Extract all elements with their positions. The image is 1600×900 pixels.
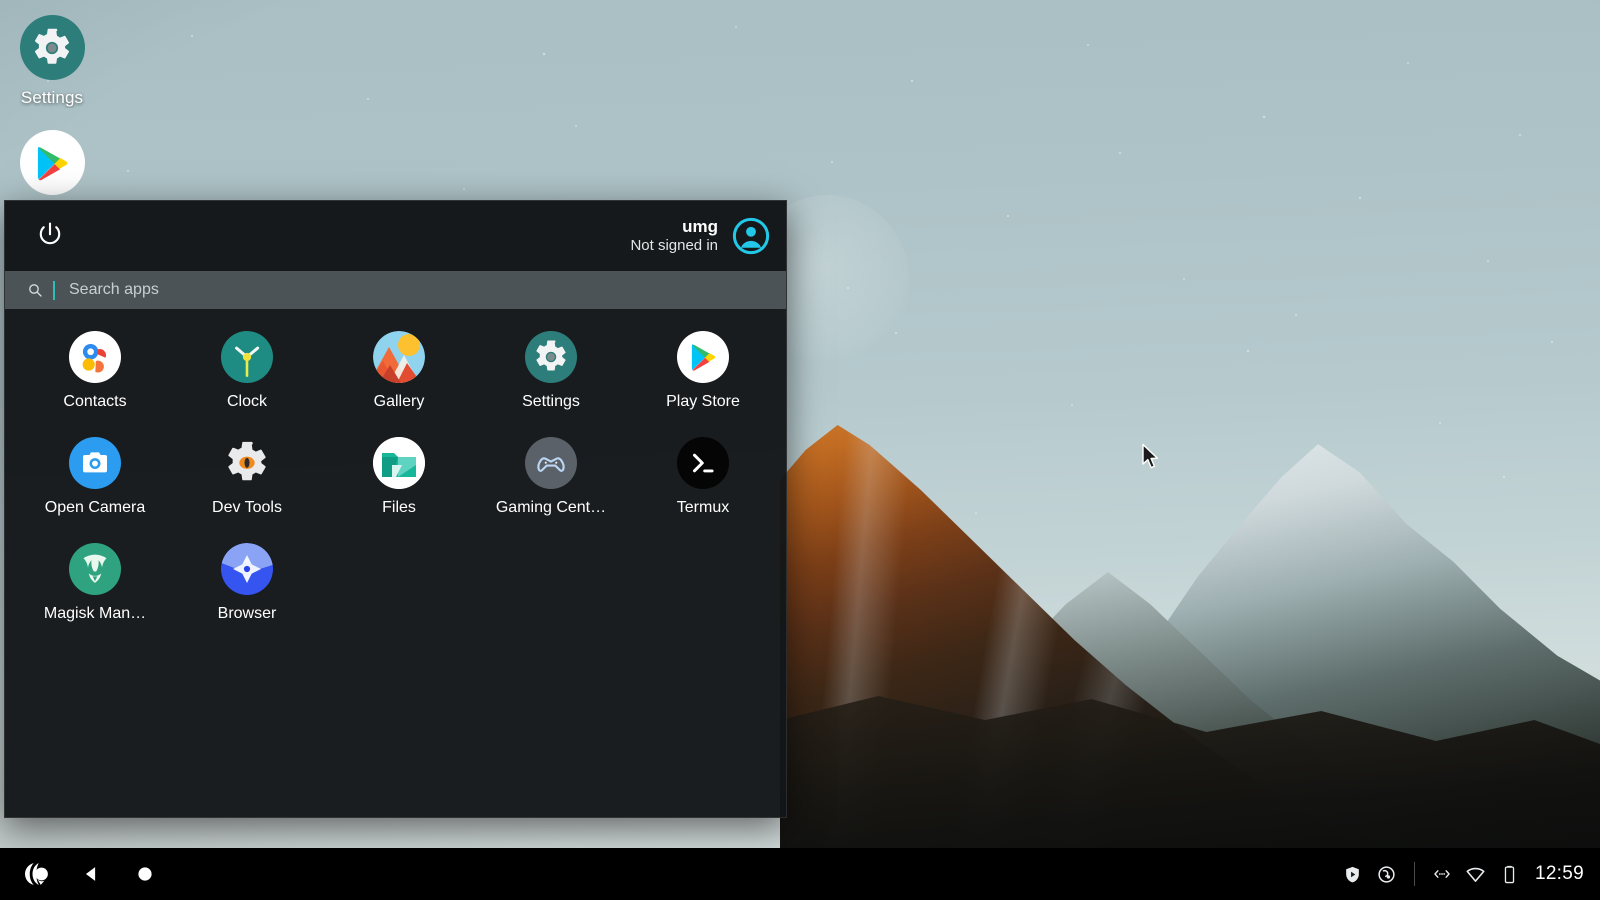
magisk-mask-icon: [69, 543, 121, 595]
desktop-icon-label: Settings: [0, 88, 107, 108]
search-placeholder: Search apps: [69, 281, 159, 299]
app-label: Termux: [627, 499, 779, 517]
settings-gear-icon: [20, 15, 85, 80]
power-icon[interactable]: [33, 219, 67, 253]
files-folder-icon: [373, 437, 425, 489]
settings-gear-icon: [525, 331, 577, 383]
gamepad-icon: [525, 437, 577, 489]
app-label: Dev Tools: [171, 499, 323, 517]
system-tray: 12:59: [1336, 848, 1588, 900]
app-label: Gaming Cent…: [475, 499, 627, 517]
app-label: Browser: [171, 605, 323, 623]
ethernet-icon[interactable]: [1425, 848, 1459, 900]
app-item-open-camera[interactable]: Open Camera: [19, 437, 171, 517]
taskbar-clock[interactable]: 12:59: [1535, 863, 1584, 885]
shield-play-icon[interactable]: [1336, 848, 1370, 900]
camera-icon: [69, 437, 121, 489]
contacts-icon: [69, 331, 121, 383]
app-item-clock[interactable]: Clock: [171, 331, 323, 411]
account-name: umg: [630, 216, 718, 237]
dev-tools-gear-icon: [221, 437, 273, 489]
app-item-magisk-manager[interactable]: Magisk Man…: [19, 543, 171, 623]
app-item-dev-tools[interactable]: Dev Tools: [171, 437, 323, 517]
app-item-files[interactable]: Files: [323, 437, 475, 517]
clock-icon: [221, 331, 273, 383]
app-item-contacts[interactable]: Contacts: [19, 331, 171, 411]
search-input[interactable]: Search apps: [5, 271, 786, 309]
app-label: Gallery: [323, 393, 475, 411]
text-caret: [53, 281, 55, 300]
account-info: umg Not signed in: [630, 216, 718, 256]
app-label: Contacts: [19, 393, 171, 411]
battery-icon[interactable]: [1493, 848, 1527, 900]
app-item-termux[interactable]: Termux: [627, 437, 779, 517]
app-label: Play Store: [627, 393, 779, 411]
notification-face-icon[interactable]: [1370, 848, 1404, 900]
app-grid: Contacts Clock: [5, 309, 786, 623]
gallery-icon: [373, 331, 425, 383]
browser-compass-icon: [221, 543, 273, 595]
app-label: Settings: [475, 393, 627, 411]
play-store-icon: [20, 130, 85, 195]
terminal-prompt-icon: [677, 437, 729, 489]
home-circle-icon[interactable]: [118, 848, 172, 900]
app-item-play-store[interactable]: Play Store: [627, 331, 779, 411]
app-drawer-header: umg Not signed in: [5, 201, 786, 271]
search-icon: [27, 282, 43, 298]
app-item-gallery[interactable]: Gallery: [323, 331, 475, 411]
desktop-icon-settings[interactable]: Settings: [0, 15, 107, 108]
wifi-icon[interactable]: [1459, 848, 1493, 900]
taskbar: 12:59: [0, 848, 1600, 900]
account-circle-icon[interactable]: [732, 217, 770, 255]
play-store-icon: [677, 331, 729, 383]
app-label: Magisk Man…: [19, 605, 171, 623]
app-item-gaming-center[interactable]: Gaming Cent…: [475, 437, 627, 517]
app-label: Clock: [171, 393, 323, 411]
app-label: Open Camera: [19, 499, 171, 517]
account-status: Not signed in: [630, 237, 718, 256]
app-label: Files: [323, 499, 475, 517]
app-item-settings[interactable]: Settings: [475, 331, 627, 411]
app-item-browser[interactable]: Browser: [171, 543, 323, 623]
app-drawer-swirl-icon[interactable]: [10, 848, 64, 900]
app-drawer-panel: umg Not signed in Search apps: [4, 200, 787, 818]
back-triangle-icon[interactable]: [64, 848, 118, 900]
tray-divider: [1414, 862, 1415, 886]
